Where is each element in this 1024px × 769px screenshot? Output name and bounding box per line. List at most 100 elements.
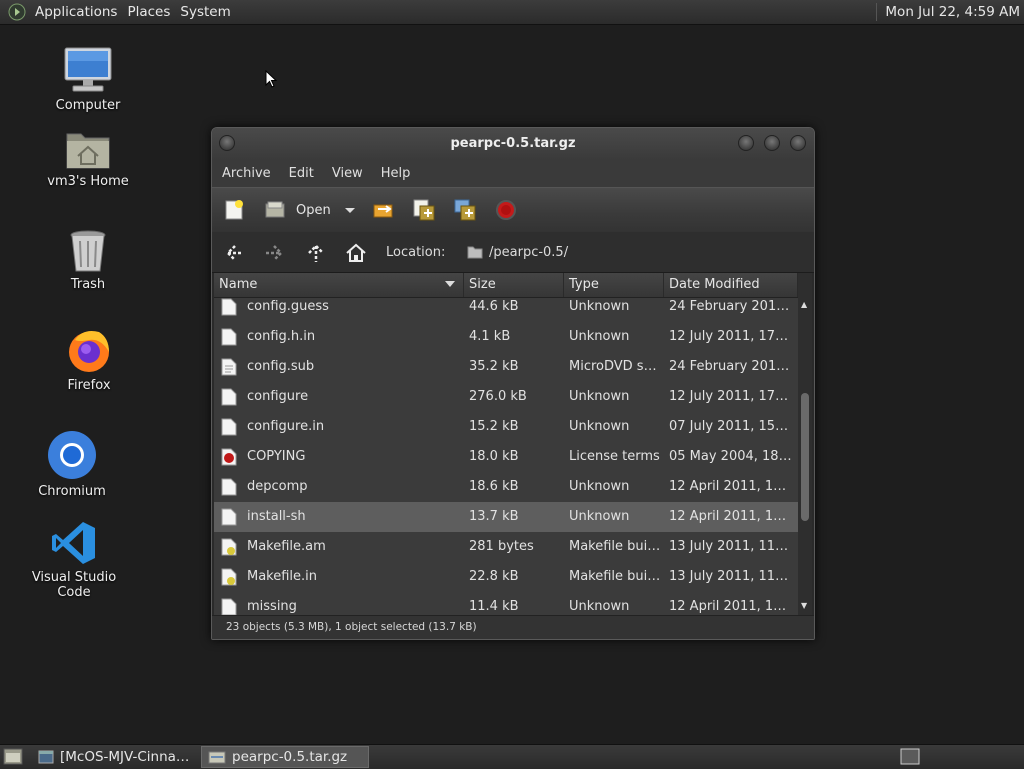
desktop-icon-computer[interactable]: Computer [28,46,148,113]
file-name: install-sh [247,509,306,524]
column-header-date[interactable]: Date Modified [664,273,798,297]
file-type: Makefile buil… [569,569,662,584]
back-icon[interactable] [223,242,245,264]
up-icon[interactable] [305,242,327,264]
table-row[interactable]: config.h.in 4.1 kB Unknown 12 July 2011,… [214,322,798,352]
table-row[interactable]: config.sub 35.2 kB MicroDVD su… 24 Febru… [214,352,798,382]
file-date: 12 April 2011, 16:46 [669,599,792,614]
desktop-icon-vscode[interactable]: Visual Studio Code [14,520,134,600]
desktop-icon-trash[interactable]: Trash [28,229,148,292]
column-header-type[interactable]: Type [564,273,664,297]
text-file-icon [221,328,237,346]
file-name: config.guess [247,299,329,314]
gnome-foot-icon[interactable] [8,3,26,21]
clock-separator [876,3,878,21]
text-file-icon [221,418,237,436]
home-folder-icon [66,133,110,169]
file-date: 05 May 2004, 18:42 [669,449,792,464]
taskbar-task-archive[interactable]: pearpc-0.5.tar.gz [201,746,369,768]
table-row[interactable]: config.guess 44.6 kB Unknown 24 February… [214,297,798,322]
system-menu[interactable]: System [175,4,235,20]
file-type: Unknown [569,329,630,344]
add-folder-icon [454,199,476,221]
file-size: 22.8 kB [469,569,519,584]
desktop-icon-chromium[interactable]: Chromium [12,430,132,499]
task-label: [McOS-MJV-Cinna… [60,749,190,765]
column-header-label: Size [469,277,496,292]
table-row[interactable]: Makefile.am 281 bytes Makefile buil… 13 … [214,532,798,562]
file-date: 24 February 2011, … [669,299,792,314]
open-archive-button[interactable]: Open [264,198,331,222]
add-folder-button[interactable] [453,198,477,222]
file-size: 13.7 kB [469,509,519,524]
table-row[interactable]: Makefile.in 22.8 kB Makefile buil… 13 Ju… [214,562,798,592]
new-archive-icon [225,200,243,220]
column-header-label: Type [569,277,599,292]
menu-archive[interactable]: Archive [212,166,279,181]
location-field[interactable]: /pearpc-0.5/ [467,240,797,264]
table-row-selected[interactable]: install-sh 13.7 kB Unknown 12 April 2011… [214,502,798,532]
file-list: Name Size Type Date Modified config.gues… [214,273,798,615]
column-header-label: Name [219,277,258,292]
new-archive-button[interactable] [223,198,245,222]
desktop-icon-label: vm3's Home [47,174,129,189]
taskbar-task-mcos[interactable]: [McOS-MJV-Cinna… [32,746,192,768]
desktop-icon-label: Trash [70,277,106,292]
desktop-icon-label: Computer [55,98,121,113]
column-header-size[interactable]: Size [464,273,564,297]
extract-button[interactable] [372,198,396,222]
file-date: 12 July 2011, 17:21 [669,329,792,344]
home-icon[interactable] [345,242,367,264]
file-name: config.sub [247,359,315,374]
scrollbar-thumb[interactable] [801,393,809,521]
text-file-icon [221,598,237,615]
desktop-icon-home[interactable]: vm3's Home [28,128,148,189]
table-row[interactable]: missing 11.4 kB Unknown 12 April 2011, 1… [214,592,798,615]
column-header-name[interactable]: Name [214,273,464,297]
open-dropdown-button[interactable] [344,198,356,222]
status-text: 23 objects (5.3 MB), 1 object selected (… [226,621,477,633]
sort-descending-icon [445,281,455,287]
menu-help[interactable]: Help [371,166,419,181]
top-panel: Applications Places System Mon Jul 22, 4… [0,0,1024,25]
stop-icon [496,200,516,220]
add-files-button[interactable] [412,198,436,222]
vertical-scrollbar[interactable]: ▲ ▼ [798,273,812,615]
firefox-icon [69,331,109,372]
applications-menu[interactable]: Applications [30,4,122,20]
file-type: License terms [569,449,660,464]
places-menu[interactable]: Places [122,4,175,20]
table-row[interactable]: depcomp 18.6 kB Unknown 12 April 2011, 1… [214,472,798,502]
menu-edit[interactable]: Edit [279,166,322,181]
menu-view[interactable]: View [322,166,371,181]
close-button[interactable] [790,135,806,151]
forward-icon[interactable] [264,242,286,264]
file-size: 18.6 kB [469,479,519,494]
scroll-down-icon[interactable]: ▼ [801,601,807,610]
table-row[interactable]: COPYING 18.0 kB License terms 05 May 200… [214,442,798,472]
clock[interactable]: Mon Jul 22, 4:59 AM [885,4,1024,20]
file-type: Unknown [569,599,630,614]
file-size: 281 bytes [469,539,534,554]
minimize-button[interactable] [738,135,754,151]
file-size: 18.0 kB [469,449,519,464]
file-name: missing [247,599,297,614]
maximize-button[interactable] [764,135,780,151]
file-type: Unknown [569,419,630,434]
top-panel-menus: Applications Places System [0,0,236,24]
workspace-switcher-icon[interactable] [900,748,920,765]
desktop-icon-firefox[interactable]: Firefox [29,326,149,393]
desktop-icon-label: Visual Studio Code [31,570,117,600]
show-desktop-icon[interactable] [3,748,23,765]
chevron-down-icon [345,208,355,213]
toolbar: Open [212,187,814,233]
scroll-up-icon[interactable]: ▲ [801,300,807,309]
vscode-icon [52,522,95,564]
file-type: Unknown [569,509,630,524]
desktop-icon-label: Chromium [38,484,106,499]
table-row[interactable]: configure.in 15.2 kB Unknown 07 July 201… [214,412,798,442]
table-row[interactable]: configure 276.0 kB Unknown 12 July 2011,… [214,382,798,412]
stop-button[interactable] [495,198,517,222]
window-titlebar[interactable]: pearpc-0.5.tar.gz [212,128,814,160]
file-date: 12 July 2011, 17:21 [669,389,792,404]
